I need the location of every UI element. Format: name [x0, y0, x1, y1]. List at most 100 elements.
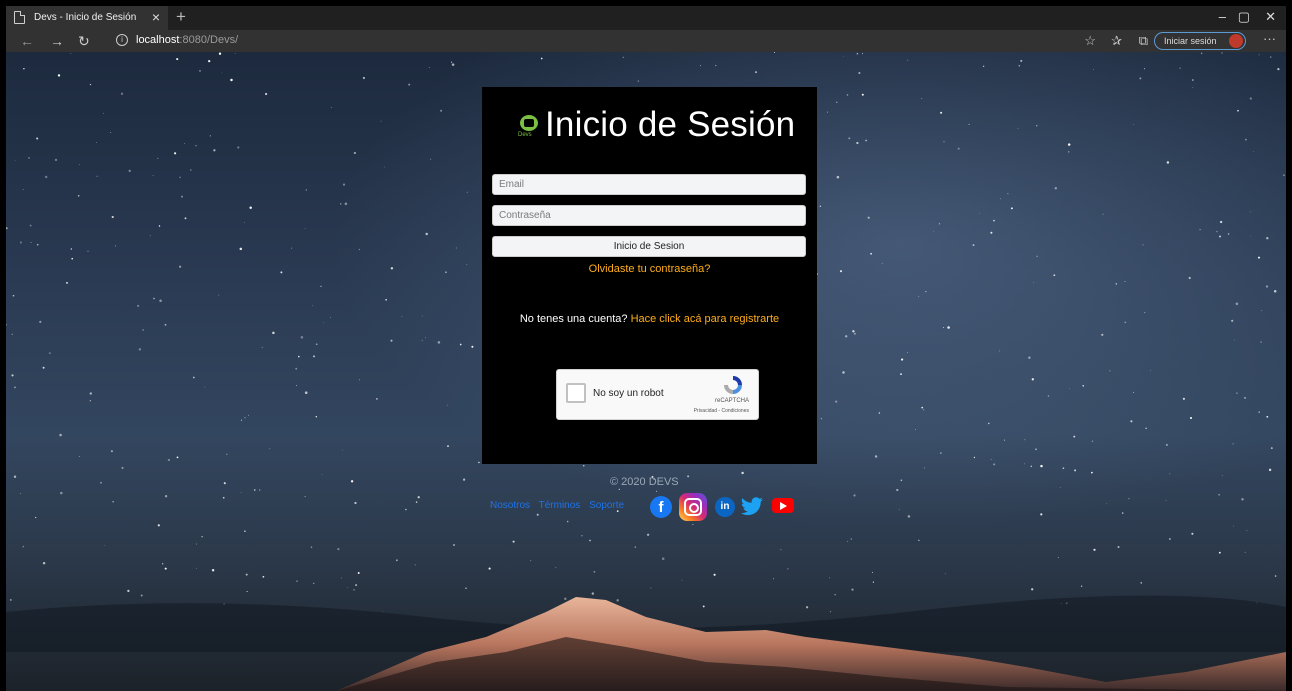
star: [300, 336, 304, 339]
star: [1004, 439, 1005, 441]
star: [843, 55, 845, 57]
star: [591, 592, 594, 595]
copyright: © 2020 DEVS: [610, 476, 679, 488]
facebook-icon[interactable]: f: [650, 496, 672, 518]
star: [1067, 143, 1071, 146]
star: [835, 400, 838, 403]
star: [1124, 280, 1126, 282]
star: [385, 298, 387, 301]
star: [536, 513, 539, 516]
password-field[interactable]: [492, 205, 806, 226]
star: [179, 265, 182, 268]
star: [637, 80, 639, 82]
star: [858, 71, 861, 75]
star: [990, 459, 992, 461]
star: [11, 333, 13, 335]
site-info-icon[interactable]: i: [116, 34, 128, 46]
youtube-icon[interactable]: [772, 498, 794, 513]
star: [140, 594, 143, 597]
star: [6, 227, 8, 230]
star: [1036, 125, 1038, 127]
star: [1218, 493, 1221, 496]
star: [199, 70, 201, 72]
star: [321, 474, 323, 475]
star: [440, 109, 443, 112]
star: [488, 567, 491, 570]
star: [942, 327, 945, 329]
star: [128, 169, 131, 172]
star: [262, 575, 265, 578]
refresh-icon[interactable]: ↻: [78, 33, 90, 49]
star: [1244, 551, 1246, 553]
star: [834, 594, 836, 596]
star: [234, 53, 236, 54]
minimize-button[interactable]: –: [1219, 9, 1226, 24]
footer-link-terminos[interactable]: Términos: [539, 500, 581, 511]
star: [1150, 369, 1151, 371]
login-card: Devs Inicio de Sesión Inicio de Sesion O…: [482, 87, 817, 464]
star: [137, 304, 140, 307]
email-field[interactable]: [492, 174, 806, 195]
twitter-icon[interactable]: [740, 497, 764, 517]
instagram-icon[interactable]: [679, 493, 707, 521]
star: [1139, 77, 1142, 80]
maximize-button[interactable]: ▢: [1238, 9, 1250, 25]
star: [323, 322, 324, 323]
star: [304, 391, 308, 395]
favorite-star-icon[interactable]: ☆: [1084, 33, 1096, 49]
sign-in-button[interactable]: Iniciar sesión: [1154, 32, 1246, 50]
star: [425, 337, 426, 339]
new-tab-button[interactable]: +: [176, 7, 186, 27]
footer-link-soporte[interactable]: Soporte: [589, 500, 624, 511]
login-button[interactable]: Inicio de Sesion: [492, 236, 806, 257]
address-field[interactable]: localhost:8080/Devs/: [136, 34, 238, 46]
star: [29, 224, 32, 227]
star: [867, 216, 870, 219]
star: [291, 247, 293, 249]
browser-tab[interactable]: Devs - Inicio de Sesión ×: [6, 6, 168, 30]
star: [1235, 302, 1239, 306]
captcha-legal[interactable]: Privacidad - Condiciones: [694, 408, 749, 414]
star: [354, 501, 357, 505]
star: [313, 582, 315, 584]
star: [1133, 391, 1135, 393]
star: [1241, 498, 1244, 501]
star: [933, 230, 935, 232]
tab-close-button[interactable]: ×: [152, 9, 160, 25]
star: [1266, 236, 1269, 240]
star: [1270, 56, 1272, 58]
star: [944, 573, 946, 575]
star: [993, 219, 995, 222]
star: [218, 294, 220, 296]
star: [158, 225, 161, 227]
close-window-button[interactable]: ✕: [1265, 9, 1276, 25]
star: [121, 466, 124, 469]
star: [103, 112, 105, 114]
star: [938, 223, 941, 225]
star: [856, 141, 859, 145]
star: [1188, 276, 1191, 280]
linkedin-icon[interactable]: in: [715, 497, 735, 517]
star: [1128, 498, 1130, 500]
star: [465, 587, 467, 589]
star: [195, 145, 197, 147]
star: [1035, 448, 1037, 451]
back-icon[interactable]: ←: [20, 33, 34, 49]
star: [842, 371, 845, 374]
star: [342, 183, 346, 186]
more-menu-icon[interactable]: ···: [1263, 31, 1276, 46]
favorites-list-icon[interactable]: ✰: [1111, 33, 1122, 49]
footer-link-nosotros[interactable]: Nosotros: [490, 500, 530, 511]
collections-icon[interactable]: ⧉: [1139, 33, 1148, 49]
star: [355, 584, 358, 587]
forward-icon[interactable]: →: [50, 33, 64, 49]
star: [713, 573, 716, 576]
star: [222, 496, 225, 499]
star: [848, 137, 851, 140]
forgot-password-link[interactable]: Olvidaste tu contraseña?: [482, 263, 817, 275]
captcha-checkbox[interactable]: [566, 383, 586, 403]
star: [687, 475, 690, 478]
register-link[interactable]: Hace click acá para registrarte: [631, 313, 780, 325]
star: [1169, 538, 1171, 540]
star: [1030, 465, 1033, 468]
